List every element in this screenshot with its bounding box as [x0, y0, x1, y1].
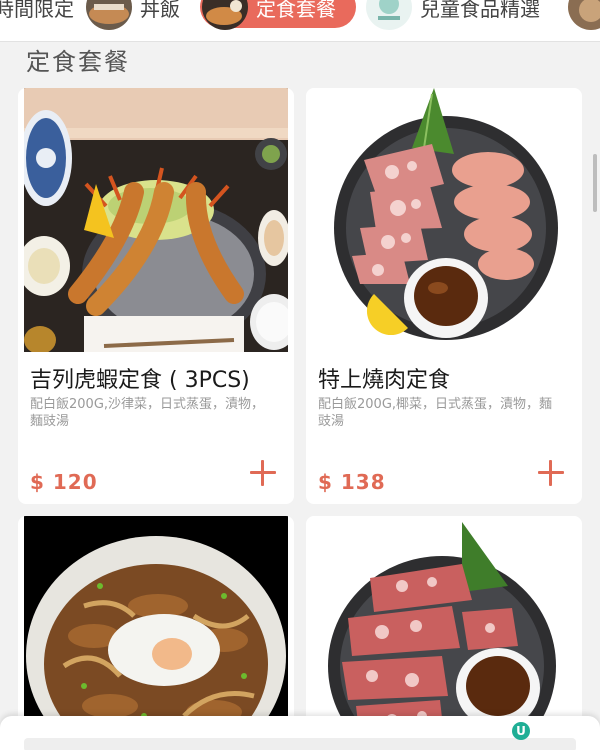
tab-donburi[interactable]: 丼飯 — [86, 0, 180, 30]
tab-time-limited[interactable]: 時間限定 — [0, 0, 74, 28]
tab-thumbnail — [202, 0, 248, 30]
section-title: 定食套餐 — [26, 48, 130, 76]
product-name: 吉列虎蝦定食 ( 3PCS) — [30, 368, 250, 393]
tab-kids-menu[interactable]: 兒童食品精選 — [366, 0, 540, 30]
tab-more[interactable] — [568, 0, 600, 30]
product-card-beef-bowl[interactable] — [18, 516, 294, 750]
u-logo-icon: U — [512, 722, 530, 740]
product-card-yakiniku[interactable]: 特上燒肉定食 配白飯200G,椰菜，日式蒸蛋，漬物，麵豉湯 $ 138 — [306, 88, 582, 504]
tab-thumbnail — [86, 0, 132, 30]
bottom-cart-bar — [0, 716, 600, 750]
bottom-bar-placeholder — [24, 738, 576, 750]
tab-thumbnail — [366, 0, 412, 30]
tab-label: 定食套餐 — [256, 0, 336, 21]
wagyu-set-photo — [312, 516, 576, 750]
product-price: $ 120 — [30, 470, 98, 494]
tab-label: 時間限定 — [0, 0, 74, 21]
product-card-wagyu[interactable] — [306, 516, 582, 750]
beef-bowl-photo — [24, 516, 288, 750]
prawn-set-photo — [24, 88, 288, 352]
plus-icon[interactable] — [248, 458, 278, 488]
product-name: 特上燒肉定食 — [318, 368, 451, 393]
product-card-prawn[interactable]: 吉列虎蝦定食 ( 3PCS) 配白飯200G,沙律菜，日式蒸蛋，漬物，麵豉湯 $… — [18, 88, 294, 504]
tab-label: 丼飯 — [140, 0, 180, 21]
tab-set-meal[interactable]: 定食套餐 — [200, 0, 356, 30]
product-price: $ 138 — [318, 470, 386, 494]
product-description: 配白飯200G,椰菜，日式蒸蛋，漬物，麵豉湯 — [318, 397, 553, 429]
category-tabs: 時間限定 丼飯 定食套餐 兒童食品精選 — [0, 0, 600, 42]
scrollbar-thumb[interactable] — [593, 154, 597, 212]
yakiniku-set-photo — [312, 88, 576, 352]
product-description: 配白飯200G,沙律菜，日式蒸蛋，漬物，麵豉湯 — [30, 397, 265, 429]
plus-icon[interactable] — [536, 458, 566, 488]
tab-thumbnail — [568, 0, 600, 30]
tab-label: 兒童食品精選 — [420, 0, 540, 21]
